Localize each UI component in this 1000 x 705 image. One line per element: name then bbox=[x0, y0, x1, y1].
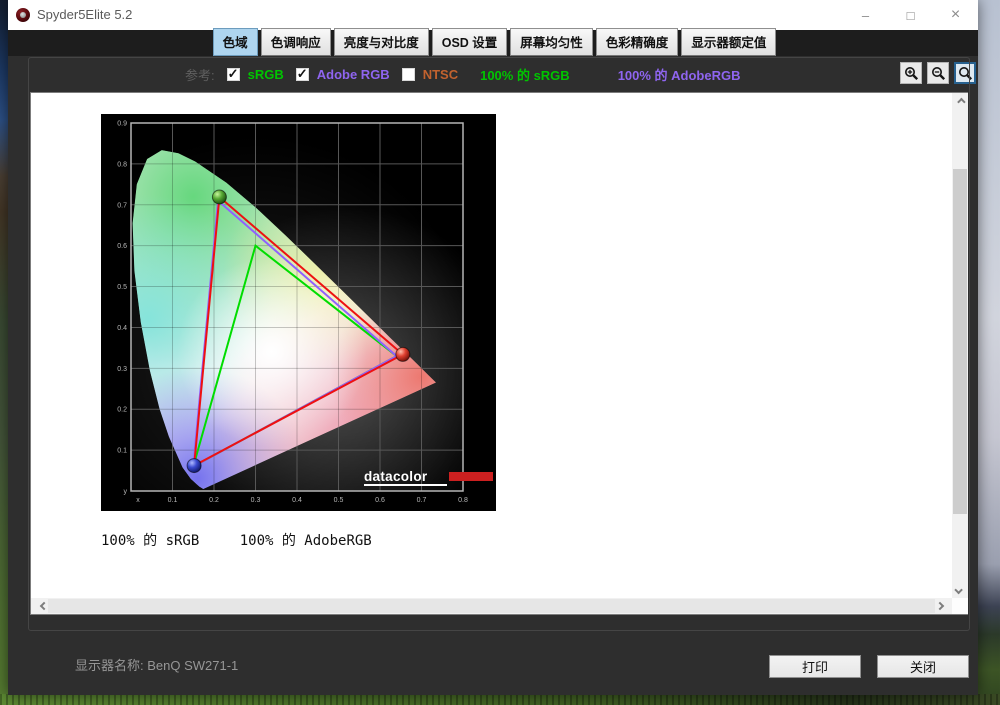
display-name-label: 显示器名称: BenQ SW271-1 bbox=[75, 655, 238, 674]
spyder-logo-icon bbox=[16, 8, 30, 22]
svg-text:0.3: 0.3 bbox=[251, 497, 261, 504]
svg-text:0.6: 0.6 bbox=[117, 243, 127, 250]
scroll-up-arrow[interactable] bbox=[952, 93, 968, 110]
minimize-button[interactable]: – bbox=[843, 0, 888, 30]
vertical-scrollbar-thumb[interactable] bbox=[953, 169, 967, 514]
svg-text:0.5: 0.5 bbox=[117, 284, 127, 291]
title-bar: Spyder5Elite 5.2 – □ × bbox=[8, 0, 978, 30]
chevron-up-icon bbox=[957, 97, 965, 105]
svg-text:0.7: 0.7 bbox=[117, 202, 127, 209]
tab-display-rating[interactable]: 显示器额定值 bbox=[681, 28, 776, 56]
svg-text:0.4: 0.4 bbox=[117, 325, 127, 332]
svg-text:0.1: 0.1 bbox=[168, 497, 178, 504]
scrollbar-corner bbox=[952, 598, 968, 614]
tab-gamut[interactable]: 色域 bbox=[213, 28, 258, 56]
summary-srgb: 100% 的 sRGB bbox=[101, 533, 199, 549]
summary-adobergb: 100% 的 AdobeRGB bbox=[240, 533, 372, 549]
svg-text:0.5: 0.5 bbox=[334, 497, 344, 504]
svg-text:datacolor: datacolor bbox=[364, 469, 428, 484]
svg-text:0.2: 0.2 bbox=[209, 497, 219, 504]
maximize-button[interactable]: □ bbox=[888, 0, 933, 30]
tab-brightness-contrast[interactable]: 亮度与对比度 bbox=[334, 28, 429, 56]
tab-osd-settings[interactable]: OSD 设置 bbox=[432, 28, 508, 56]
wallpaper-right-strip bbox=[977, 0, 1000, 705]
svg-text:0.9: 0.9 bbox=[117, 121, 127, 128]
svg-text:y: y bbox=[124, 489, 128, 496]
print-button[interactable]: 打印 bbox=[769, 655, 861, 678]
chevron-down-icon bbox=[954, 585, 962, 593]
tab-tone-response[interactable]: 色调响应 bbox=[261, 28, 331, 56]
svg-text:0.4: 0.4 bbox=[292, 497, 302, 504]
tab-color-accuracy[interactable]: 色彩精确度 bbox=[596, 28, 679, 56]
gamut-summary: 100% 的 sRGB 100% 的 AdobeRGB bbox=[101, 530, 372, 550]
app-window: Spyder5Elite 5.2 – □ × 色域 色调响应 亮度与对比度 OS… bbox=[8, 0, 978, 695]
window-title: Spyder5Elite 5.2 bbox=[37, 0, 132, 30]
horizontal-scrollbar-thumb[interactable] bbox=[48, 599, 935, 613]
window-controls: – □ × bbox=[843, 0, 978, 30]
scroll-right-arrow[interactable] bbox=[931, 598, 948, 614]
content-panel: 0.1 0.2 0.3 0.4 0.5 0.6 0.7 0.8 0.1 0.2 0.3 0.4 0.5 0… bbox=[30, 92, 968, 615]
svg-text:0.1: 0.1 bbox=[117, 448, 127, 455]
tab-screen-uniformity[interactable]: 屏幕均匀性 bbox=[510, 28, 593, 56]
svg-text:0.7: 0.7 bbox=[417, 497, 427, 504]
tab-bar: 色域 色调响应 亮度与对比度 OSD 设置 屏幕均匀性 色彩精确度 显示器额定值 bbox=[8, 30, 978, 56]
close-window-button[interactable]: × bbox=[933, 0, 978, 30]
svg-text:0.6: 0.6 bbox=[375, 497, 385, 504]
vertical-scrollbar[interactable] bbox=[952, 93, 968, 598]
wallpaper-bottom-strip bbox=[0, 694, 1000, 705]
chevron-left-icon bbox=[39, 602, 47, 610]
svg-text:0.3: 0.3 bbox=[117, 366, 127, 373]
scroll-down-arrow[interactable] bbox=[952, 581, 968, 598]
chevron-right-icon bbox=[935, 602, 943, 610]
svg-text:0.8: 0.8 bbox=[458, 497, 468, 504]
svg-text:0.2: 0.2 bbox=[117, 407, 127, 414]
horizontal-scrollbar[interactable] bbox=[31, 598, 952, 614]
close-dialog-button[interactable]: 关闭 bbox=[877, 655, 969, 678]
cie-chromaticity-diagram: 0.1 0.2 0.3 0.4 0.5 0.6 0.7 0.8 0.1 0.2 0.3 0.4 0.5 0… bbox=[101, 114, 496, 511]
svg-text:x: x bbox=[136, 497, 140, 504]
svg-text:0.8: 0.8 bbox=[117, 161, 127, 168]
desktop: Spyder5Elite 5.2 – □ × 色域 色调响应 亮度与对比度 OS… bbox=[0, 0, 1000, 705]
